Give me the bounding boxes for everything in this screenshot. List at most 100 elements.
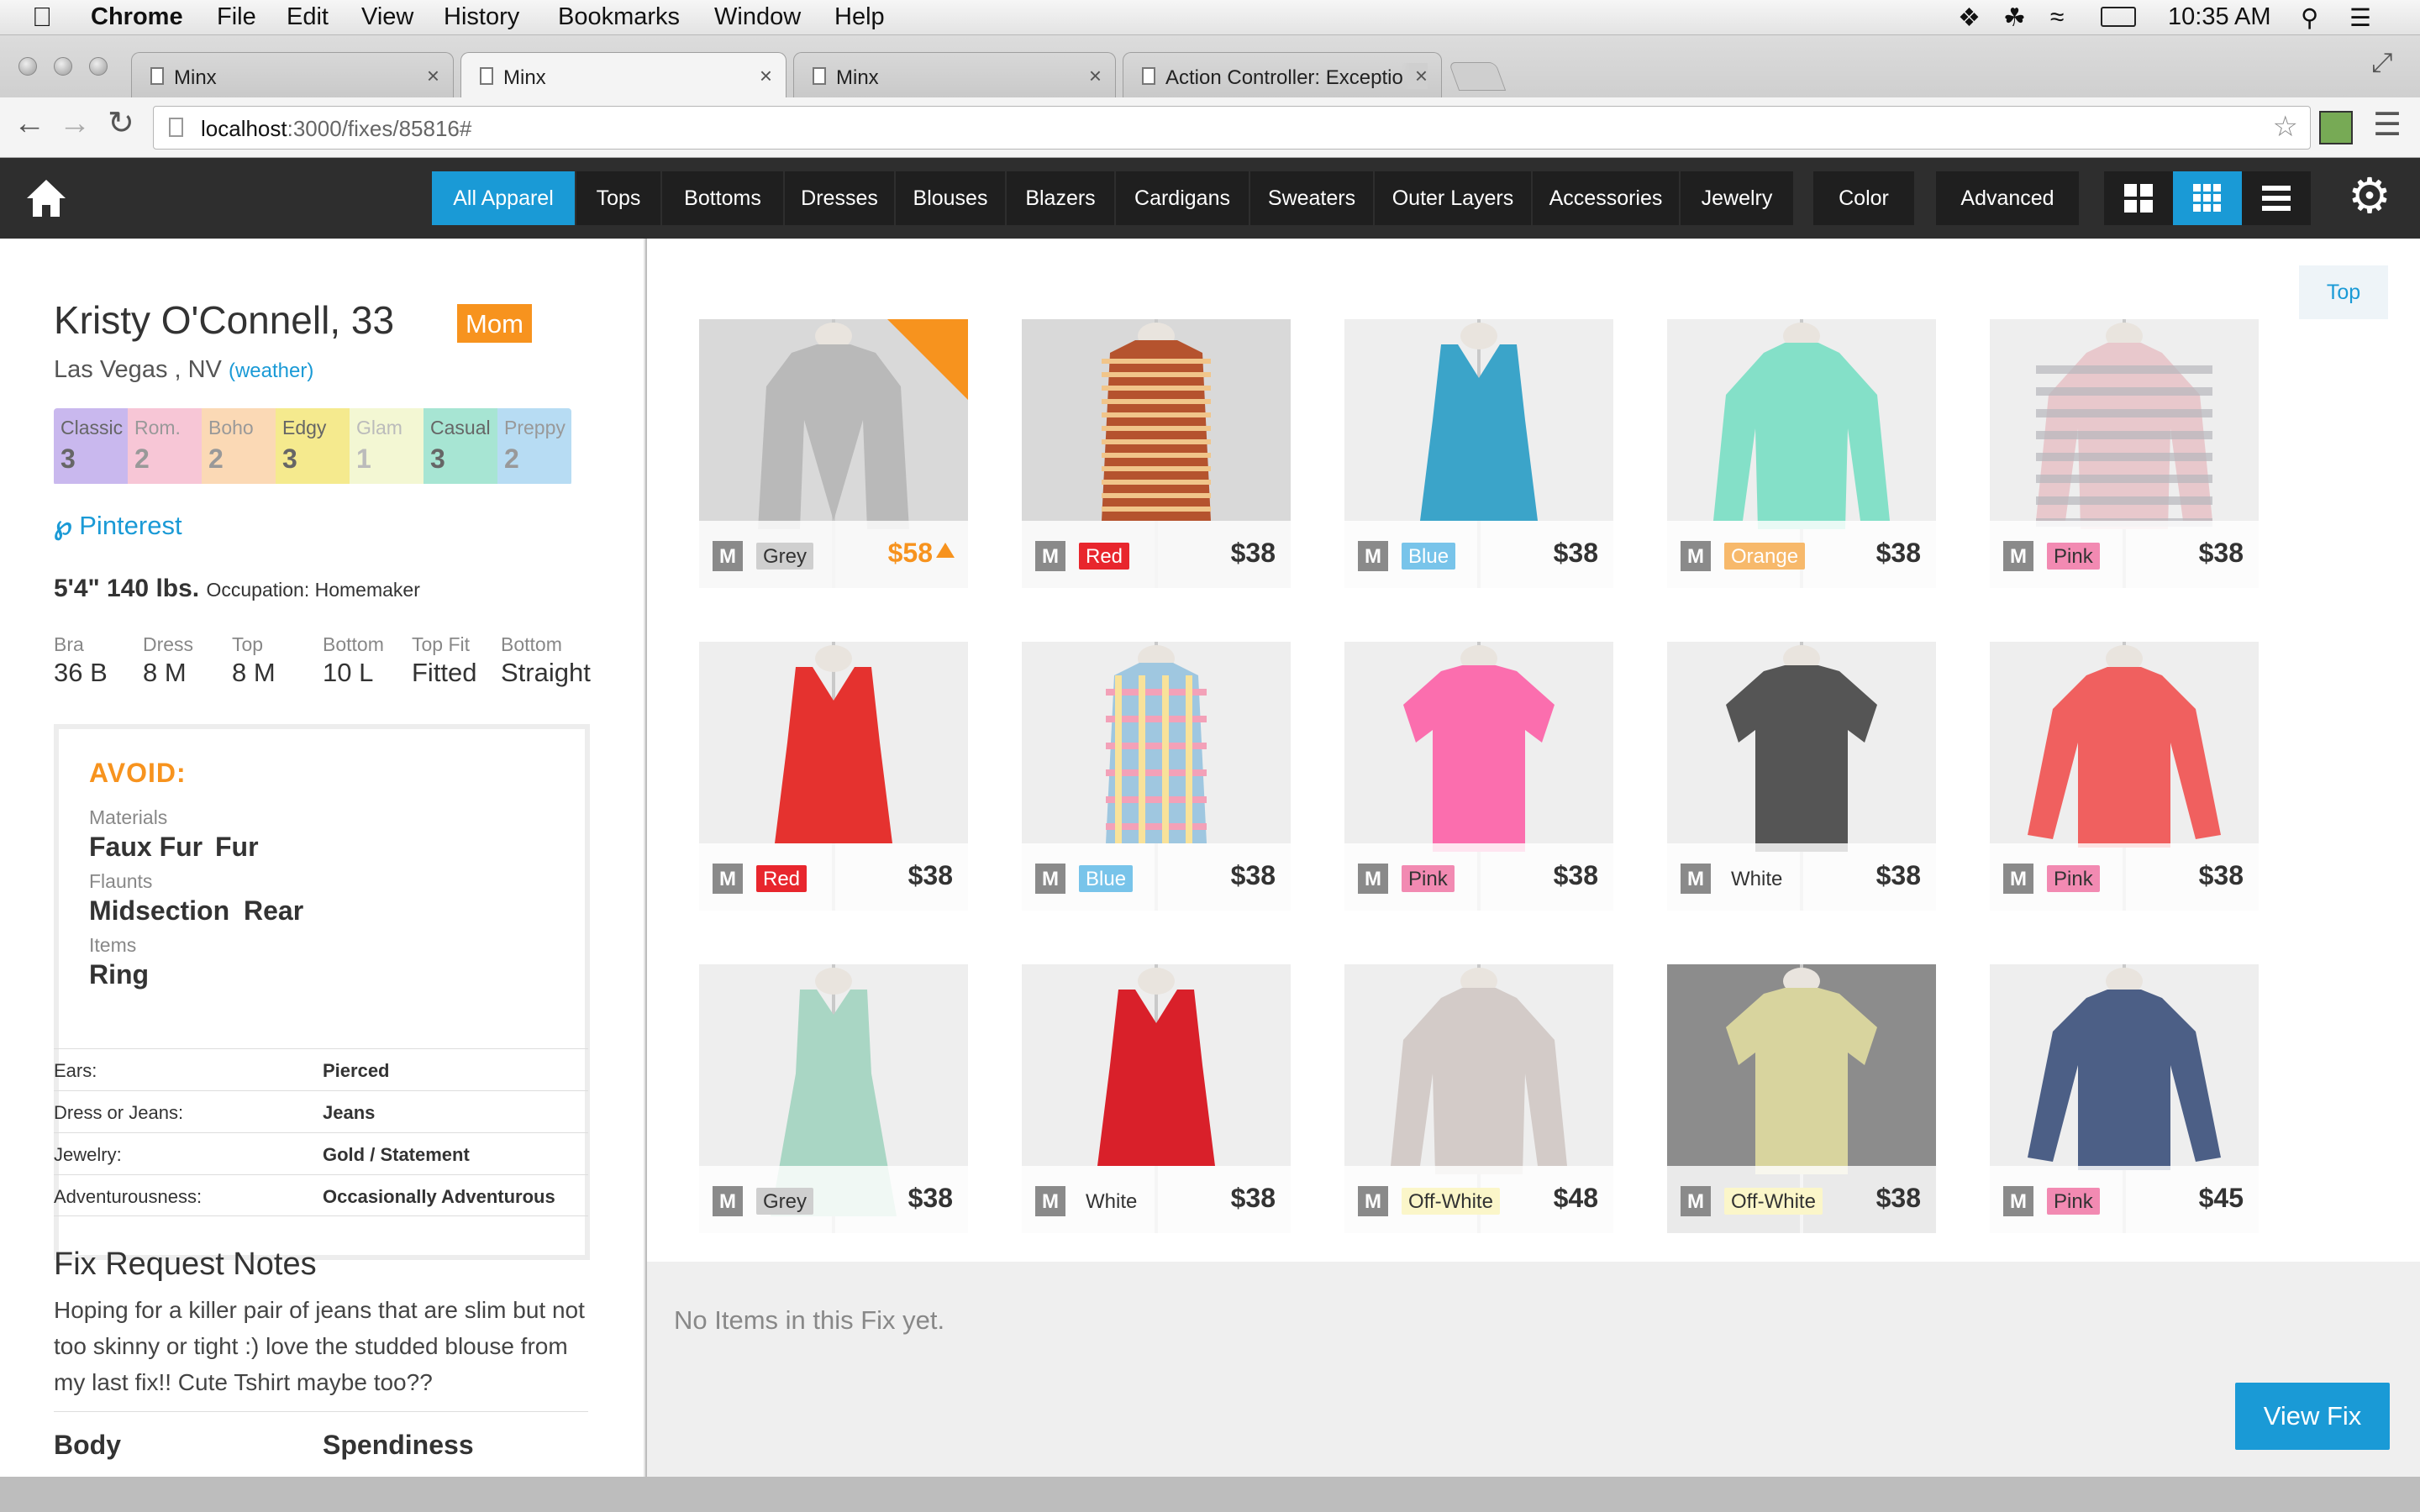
- list-view-button[interactable]: [2242, 171, 2311, 225]
- chrome-menu-icon[interactable]: ☰: [2373, 106, 2402, 144]
- nav-tops[interactable]: Tops: [576, 171, 660, 225]
- browser-tab-2[interactable]: Minx ×: [460, 52, 786, 97]
- nav-blazers[interactable]: Blazers: [1007, 171, 1114, 225]
- wifi-icon[interactable]: ≈: [2050, 3, 2064, 32]
- close-tab-icon[interactable]: ×: [760, 63, 772, 89]
- nav-accessories[interactable]: Accessories: [1533, 171, 1679, 225]
- color-tag: Grey: [756, 543, 814, 570]
- browser-tab-4[interactable]: Action Controller: Exceptio ×: [1123, 52, 1442, 97]
- product-card[interactable]: M Pink $38: [1990, 642, 2259, 911]
- product-price: $38: [908, 1183, 953, 1213]
- menu-bookmarks[interactable]: Bookmarks: [558, 3, 680, 31]
- url-host: localhost: [201, 116, 287, 141]
- color-tag: Grey: [756, 1188, 814, 1215]
- settings-gear-icon[interactable]: ⚙: [2348, 170, 2391, 223]
- menu-view[interactable]: View: [361, 3, 413, 31]
- materials-label: Materials: [89, 806, 168, 828]
- product-card[interactable]: M Pink $45: [1990, 964, 2259, 1233]
- close-tab-icon[interactable]: ×: [1089, 63, 1102, 89]
- menu-app-name[interactable]: Chrome: [91, 3, 183, 31]
- menu-history[interactable]: History: [444, 3, 519, 31]
- product-card[interactable]: M Grey $58: [699, 319, 968, 588]
- product-card[interactable]: M White $38: [1667, 642, 1936, 911]
- nav-sweaters[interactable]: Sweaters: [1250, 171, 1373, 225]
- app-navbar: All Apparel Tops Bottoms Dresses Blouses…: [0, 158, 2420, 239]
- tab-title: Minx: [503, 66, 546, 89]
- menu-file[interactable]: File: [217, 3, 256, 31]
- bookmark-star-icon[interactable]: ☆: [2273, 110, 2298, 144]
- spotlight-search-icon[interactable]: ⚲: [2301, 3, 2318, 33]
- product-card[interactable]: M Red $38: [699, 642, 968, 911]
- nav-all-apparel[interactable]: All Apparel: [432, 171, 575, 225]
- close-tab-icon[interactable]: ×: [427, 63, 439, 89]
- view-fix-button[interactable]: View Fix: [2235, 1383, 2390, 1450]
- nav-outer-layers[interactable]: Outer Layers: [1375, 171, 1531, 225]
- window-minimize-button[interactable]: [54, 57, 72, 76]
- avoid-material-2: Fur: [215, 832, 259, 862]
- close-tab-icon[interactable]: ×: [1401, 63, 1428, 89]
- apple-icon[interactable]: : [32, 2, 52, 33]
- nav-bottoms[interactable]: Bottoms: [662, 171, 783, 225]
- size-badge: M: [2003, 541, 2033, 571]
- nav-jewelry[interactable]: Jewelry: [1681, 171, 1793, 225]
- pinterest-link[interactable]: ℘ Pinterest: [54, 511, 182, 541]
- size-badge: M: [713, 864, 743, 894]
- large-grid-view-button[interactable]: [2104, 171, 2173, 225]
- small-grid-icon: [2193, 184, 2221, 212]
- style-score: 3: [282, 444, 297, 474]
- size-label: Bra: [54, 633, 84, 655]
- product-card[interactable]: M Off-White $48: [1344, 964, 1613, 1233]
- client-sidebar: Kristy O'Connell, 33 Mom Las Vegas , NV …: [0, 239, 645, 1477]
- notification-center-icon[interactable]: ☰: [2349, 3, 2371, 33]
- advanced-filter-button[interactable]: Advanced: [1936, 171, 2079, 225]
- product-price: $38: [1553, 860, 1598, 890]
- fullscreen-icon[interactable]: ⤢: [2371, 47, 2393, 79]
- back-icon[interactable]: ←: [13, 106, 45, 142]
- browser-tab-3[interactable]: Minx ×: [793, 52, 1116, 97]
- nav-blouses[interactable]: Blouses: [896, 171, 1005, 225]
- notes-title: Fix Request Notes: [54, 1247, 317, 1282]
- product-card[interactable]: M Red $38: [1022, 319, 1291, 588]
- reload-icon[interactable]: ↻: [108, 104, 134, 142]
- mac-menubar:  Chrome File Edit View History Bookmark…: [0, 0, 2420, 35]
- style-profile-bar: Classic 3 Rom. 2 Boho 2 Edgy 3 Glam 1 Casual 3 Prepp…: [54, 408, 571, 486]
- menu-edit[interactable]: Edit: [287, 3, 329, 31]
- small-grid-view-button[interactable]: [2173, 171, 2242, 225]
- product-card[interactable]: M Pink $38: [1990, 319, 2259, 588]
- product-card[interactable]: M Orange $38: [1667, 319, 1936, 588]
- menu-window[interactable]: Window: [714, 3, 801, 31]
- nav-cardigans[interactable]: Cardigans: [1116, 171, 1249, 225]
- forward-icon[interactable]: →: [59, 106, 91, 142]
- window-zoom-button[interactable]: [89, 57, 108, 76]
- extension-icon[interactable]: [2319, 111, 2353, 144]
- size-badge: M: [1358, 864, 1388, 894]
- dropbox-icon[interactable]: ❖: [1958, 3, 1981, 33]
- home-icon[interactable]: [24, 176, 69, 218]
- product-card[interactable]: M Grey $38: [699, 964, 968, 1233]
- battery-icon[interactable]: [2101, 7, 2136, 27]
- style-name: Glam: [356, 417, 402, 438]
- weather-link[interactable]: (weather): [229, 360, 313, 382]
- product-card[interactable]: M Blue $38: [1022, 642, 1291, 911]
- product-card[interactable]: M Off-White $38: [1667, 964, 1936, 1233]
- color-tag: Off-White: [1402, 1188, 1500, 1215]
- evernote-icon[interactable]: ☘: [2003, 3, 2026, 33]
- menu-help[interactable]: Help: [834, 3, 885, 31]
- avoid-material-1: Faux Fur: [89, 832, 203, 862]
- client-name: Kristy O'Connell, 33: [54, 298, 395, 342]
- fix-empty-text: No Items in this Fix yet.: [674, 1305, 945, 1335]
- style-name: Casual: [430, 417, 491, 438]
- address-bar[interactable]: localhost:3000/fixes/85816# ☆: [153, 106, 2311, 150]
- nav-dresses[interactable]: Dresses: [785, 171, 894, 225]
- color-filter-button[interactable]: Color: [1813, 171, 1914, 225]
- pref-row: Adventurousness: Occasionally Adventurous: [54, 1174, 588, 1216]
- product-card[interactable]: M Blue $38: [1344, 319, 1613, 588]
- client-badge: Mom: [457, 304, 532, 343]
- product-card[interactable]: M White $38: [1022, 964, 1291, 1233]
- browser-tab-1[interactable]: Minx ×: [131, 52, 454, 97]
- window-close-button[interactable]: [18, 57, 37, 76]
- size-badge: M: [713, 1186, 743, 1216]
- product-card[interactable]: M Pink $38: [1344, 642, 1613, 911]
- product-price: $58: [887, 538, 933, 568]
- clock[interactable]: 10:35 AM: [2168, 3, 2271, 31]
